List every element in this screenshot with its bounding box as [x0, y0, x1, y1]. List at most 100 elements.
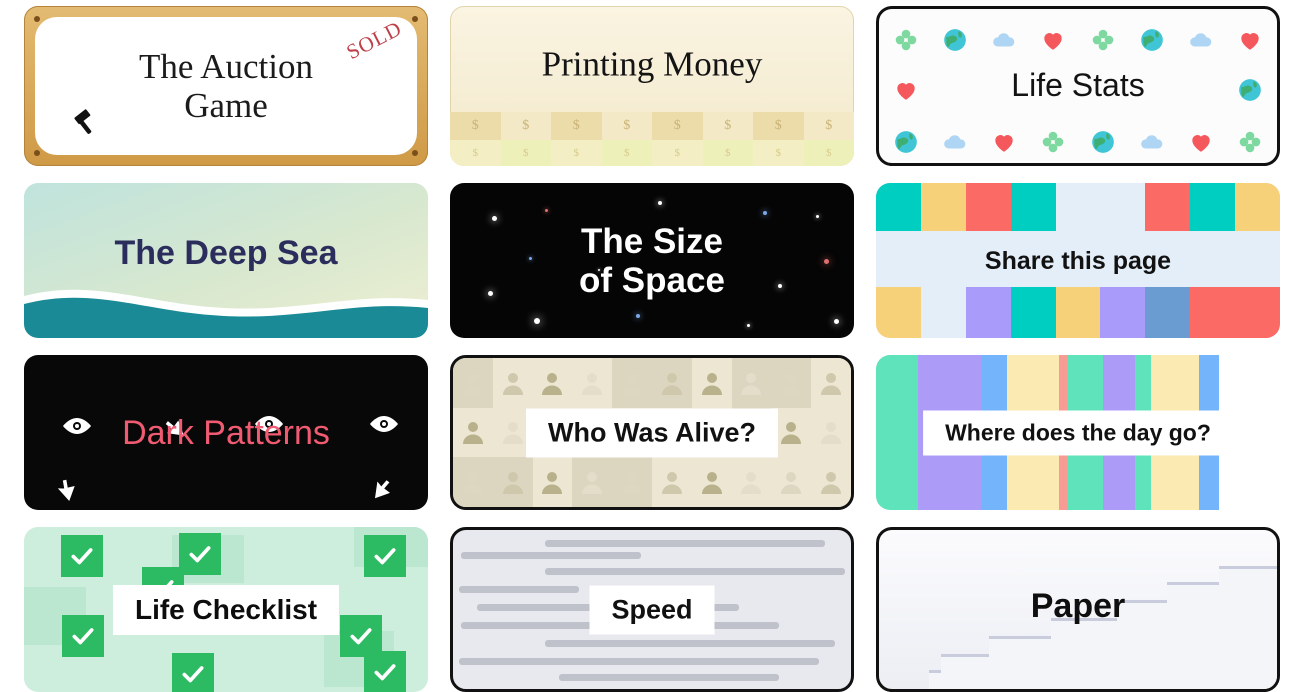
card-printing-money[interactable]: $ $ $ $ $ $ $ $ $ $ $ $ $ $ $ $ Printing Money: [450, 6, 854, 166]
person-icon: [811, 358, 851, 408]
card-paper[interactable]: Paper: [876, 527, 1280, 692]
color-block: [1145, 183, 1191, 231]
color-block: [1100, 183, 1146, 231]
money-band-bottom: $ $ $ $ $ $ $ $: [450, 140, 854, 166]
speed-line: [461, 552, 641, 559]
cursor-icon: [52, 470, 80, 502]
share-block-row-3: [876, 287, 1280, 338]
card-life-stats[interactable]: Life Stats: [876, 6, 1280, 166]
card-auction-game[interactable]: SOLD The Auction Game: [24, 6, 428, 166]
cursor-icon: [368, 472, 400, 500]
person-icon: [771, 457, 812, 507]
card-label-box: Life Checklist: [112, 584, 340, 635]
card-title: Who Was Alive?: [547, 417, 757, 447]
currency-cell: $: [551, 140, 602, 166]
star-icon: [636, 314, 640, 318]
color-block: [876, 287, 921, 338]
currency-cell: $: [551, 112, 602, 140]
card-who-was-alive[interactable]: Who Was Alive?: [450, 355, 854, 510]
clover-icon: [893, 27, 919, 53]
person-icon: [453, 358, 493, 408]
color-block: [1055, 183, 1101, 231]
speed-line: [459, 586, 579, 593]
frame-stud-icon: [412, 150, 418, 156]
person-icon: [453, 457, 493, 507]
clover-icon: [1090, 27, 1116, 53]
person-icon: [532, 457, 573, 507]
card-title: Where does the day go?: [945, 419, 1211, 445]
card-title: Dark Patterns: [122, 413, 330, 452]
speed-line: [545, 640, 835, 647]
card-size-of-space[interactable]: The Size of Space: [450, 183, 854, 338]
color-block: [1055, 287, 1101, 338]
card-speed[interactable]: Speed: [450, 527, 854, 692]
currency-cell: $: [753, 112, 804, 140]
color-block: [876, 183, 921, 231]
color-block: [1145, 287, 1191, 338]
currency-cell: $: [803, 112, 854, 140]
card-title: Life Checklist: [134, 593, 318, 625]
speed-line: [545, 540, 825, 547]
time-stripe: [876, 355, 918, 510]
color-block: [1190, 183, 1236, 231]
person-icon: [731, 358, 772, 408]
earth-icon: [893, 129, 919, 155]
cloud-icon: [1188, 27, 1214, 53]
card-title-line-2: of Space: [579, 260, 725, 300]
star-icon: [658, 201, 662, 205]
check-icon: [172, 653, 214, 692]
color-block: [1235, 183, 1280, 231]
heart-icon: [1237, 27, 1263, 53]
currency-cell: $: [601, 140, 652, 166]
person-icon: [532, 358, 573, 408]
card-label-box: Speed: [589, 585, 715, 634]
card-grid: SOLD The Auction Game $ $ $ $ $ $ $ $ $ $ $ $ $ $ $ $ …: [0, 0, 1308, 692]
heart-icon: [991, 129, 1017, 155]
card-dark-patterns[interactable]: Dark Patterns: [24, 355, 428, 510]
star-icon: [747, 324, 750, 327]
currency-cell: $: [450, 140, 501, 166]
color-block: [1190, 287, 1236, 338]
color-block: [1010, 183, 1056, 231]
check-icon: [61, 535, 103, 577]
currency-cell: $: [500, 140, 551, 166]
person-icon: [771, 358, 812, 408]
currency-cell: $: [601, 112, 652, 140]
person-icon: [612, 358, 652, 408]
speed-line: [545, 568, 845, 575]
card-title: Printing Money: [541, 44, 763, 84]
speed-line: [459, 658, 819, 665]
color-block: [965, 183, 1011, 231]
card-title-line-1: The Size: [581, 221, 723, 261]
check-icon: [179, 533, 221, 575]
currency-cell: $: [450, 112, 501, 140]
star-icon: [492, 216, 497, 221]
card-deep-sea[interactable]: The Deep Sea: [24, 183, 428, 338]
heart-icon: [1188, 129, 1214, 155]
card-share-this-page[interactable]: Share this page: [876, 183, 1280, 338]
earth-icon: [1090, 129, 1116, 155]
card-life-checklist[interactable]: Life Checklist: [24, 527, 428, 692]
person-icon: [572, 358, 613, 408]
person-icon: [612, 457, 652, 507]
color-block: [920, 287, 966, 338]
star-icon: [763, 211, 767, 215]
earth-icon: [942, 27, 968, 53]
wave-graphic: [24, 289, 428, 338]
frame-stud-icon: [34, 150, 40, 156]
clover-icon: [1237, 129, 1263, 155]
person-icon: [651, 358, 692, 408]
person-icon: [651, 457, 692, 507]
star-icon: [816, 215, 819, 218]
currency-cell: $: [500, 112, 551, 140]
check-icon: [62, 615, 104, 657]
person-icon: [691, 457, 732, 507]
share-block-row-1: [876, 183, 1280, 231]
frame-stud-icon: [412, 16, 418, 22]
card-where-does-the-day-go[interactable]: Where does the day go?: [876, 355, 1280, 510]
money-band-top: $ $ $ $ $ $ $ $: [450, 112, 854, 140]
color-block: [1100, 287, 1146, 338]
currency-cell: $: [803, 140, 854, 166]
life-stats-icon-row-3: [893, 129, 1263, 155]
star-icon: [834, 319, 839, 324]
